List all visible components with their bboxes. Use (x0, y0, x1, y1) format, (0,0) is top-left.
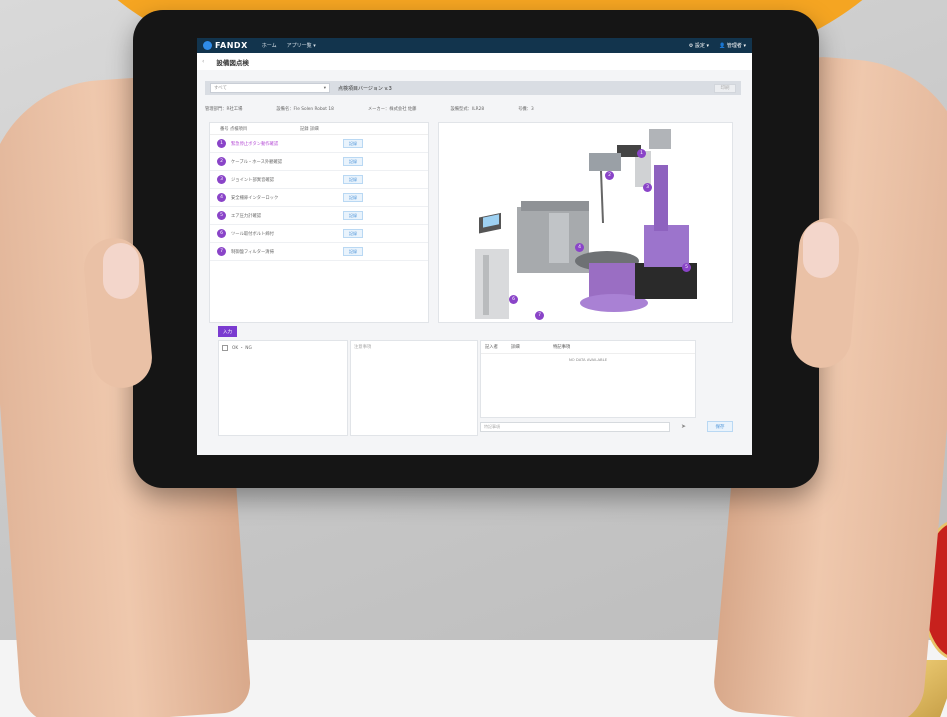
maker-info: メーカー：株式会社 佐藤 (367, 107, 417, 112)
toolbar: すべて ▾ 点検項目バージョン v.3 印刷 (205, 81, 741, 95)
input-button[interactable]: 入力 (218, 326, 237, 337)
left-thumbnail (103, 243, 139, 299)
item-number: 7 (217, 247, 226, 256)
comment-box[interactable]: 注意事項 (350, 340, 478, 436)
list-item[interactable]: 1 緊急停止ボタン動作確認 記録 (210, 135, 428, 153)
page-title: 設備図点検 (216, 58, 249, 67)
item-text: 緊急停止ボタン動作確認 (231, 141, 279, 147)
item-number: 1 (217, 139, 226, 148)
list-item[interactable]: 7 制御盤フィルター清掃 記録 (210, 243, 428, 261)
image-marker[interactable]: 2 (605, 171, 614, 180)
image-marker[interactable]: 4 (575, 243, 584, 252)
ok-ng-checkbox[interactable] (222, 345, 228, 351)
image-marker[interactable]: 3 (643, 183, 652, 192)
user-icon: 👤 (719, 43, 726, 49)
item-text: 安全柵扉インターロック (231, 195, 279, 201)
nav-home[interactable]: ホーム (262, 42, 277, 49)
unit-count: 号機：3 (518, 107, 534, 112)
send-icon[interactable]: ➤ (681, 423, 686, 430)
model-info: 設備型式：ILR28 (450, 107, 485, 112)
inspection-list: 番号 点検項目 記録 詳細 1 緊急停止ボタン動作確認 記録 2 ケーブル・ホース外観確認… (209, 122, 429, 323)
department-info: 管理部門：R社工場 (205, 107, 243, 112)
judgment-box: OK ・ NG (218, 340, 348, 436)
item-text: エア圧力計確認 (231, 213, 262, 219)
history-table: 記入者 詳細 特記事項 NO DATA AVAILABLE (480, 340, 696, 418)
item-number: 3 (217, 175, 226, 184)
record-button[interactable]: 記録 (343, 211, 363, 220)
print-button[interactable]: 印刷 (714, 83, 736, 93)
image-marker[interactable]: 6 (509, 295, 518, 304)
list-item[interactable]: 5 エア圧力計確認 記録 (210, 207, 428, 225)
item-number: 4 (217, 193, 226, 202)
equipment-image-panel: 1 2 3 4 5 6 7 (438, 122, 733, 323)
settings-menu[interactable]: ⚙ 設定 ▾ (689, 42, 709, 49)
version-label: 点検項目バージョン v.3 (338, 85, 392, 92)
back-icon[interactable]: ‹ (202, 58, 204, 65)
image-marker[interactable]: 1 (637, 149, 646, 158)
item-text: ジョイント部異音確認 (231, 177, 274, 183)
robot-cell-illustration (475, 129, 697, 319)
nav-apps[interactable]: アプリ一覧 ▾ (287, 42, 316, 49)
image-marker[interactable]: 7 (535, 311, 544, 320)
user-menu[interactable]: 👤 管理者 ▾ (719, 42, 746, 49)
list-item[interactable]: 6 ツール取付ボルト締付 記録 (210, 225, 428, 243)
list-item[interactable]: 4 安全柵扉インターロック 記録 (210, 189, 428, 207)
record-button[interactable]: 記録 (343, 139, 363, 148)
item-number: 5 (217, 211, 226, 220)
equipment-name: 設備名：Fle Solen Robot 18 (276, 107, 334, 112)
record-button[interactable]: 記録 (343, 193, 363, 202)
record-button[interactable]: 記録 (343, 247, 363, 256)
tablet-screen: FANDX ホーム アプリ一覧 ▾ ⚙ 設定 ▾ 👤 管理者 ▾ ‹ 設備図点検… (197, 38, 752, 455)
item-number: 6 (217, 229, 226, 238)
record-button[interactable]: 記録 (343, 175, 363, 184)
page-title-bar: ‹ 設備図点検 (197, 53, 752, 70)
item-text: 制御盤フィルター清掃 (231, 249, 274, 255)
save-button[interactable]: 保存 (707, 421, 733, 432)
item-text: ケーブル・ホース外観確認 (231, 159, 283, 165)
equipment-info: 管理部門：R社工場 設備名：Fle Solen Robot 18 メーカー：株式… (205, 106, 745, 112)
table-empty-text: NO DATA AVAILABLE (568, 357, 608, 362)
comment-placeholder: 注意事項 (354, 345, 372, 350)
list-item[interactable]: 2 ケーブル・ホース外観確認 記録 (210, 153, 428, 171)
chevron-down-icon: ▾ (323, 85, 326, 91)
item-number: 2 (217, 157, 226, 166)
list-header: 番号 点検項目 記録 詳細 (210, 123, 428, 135)
app-header: FANDX ホーム アプリ一覧 ▾ ⚙ 設定 ▾ 👤 管理者 ▾ (197, 38, 752, 53)
gear-icon: ⚙ (688, 43, 694, 49)
checkbox-label: OK ・ NG (232, 346, 252, 351)
remarks-input[interactable]: 特記事項 (480, 422, 670, 432)
category-select[interactable]: すべて ▾ (210, 83, 330, 93)
item-text: ツール取付ボルト締付 (231, 231, 274, 237)
record-button[interactable]: 記録 (343, 157, 363, 166)
brand-logo[interactable]: FANDX (215, 41, 248, 50)
image-marker[interactable]: 5 (682, 263, 691, 272)
right-thumbnail (803, 222, 839, 278)
record-button[interactable]: 記録 (343, 229, 363, 238)
logo-icon (203, 41, 212, 50)
list-item[interactable]: 3 ジョイント部異音確認 記録 (210, 171, 428, 189)
table-header: 記入者 詳細 特記事項 (481, 341, 695, 354)
